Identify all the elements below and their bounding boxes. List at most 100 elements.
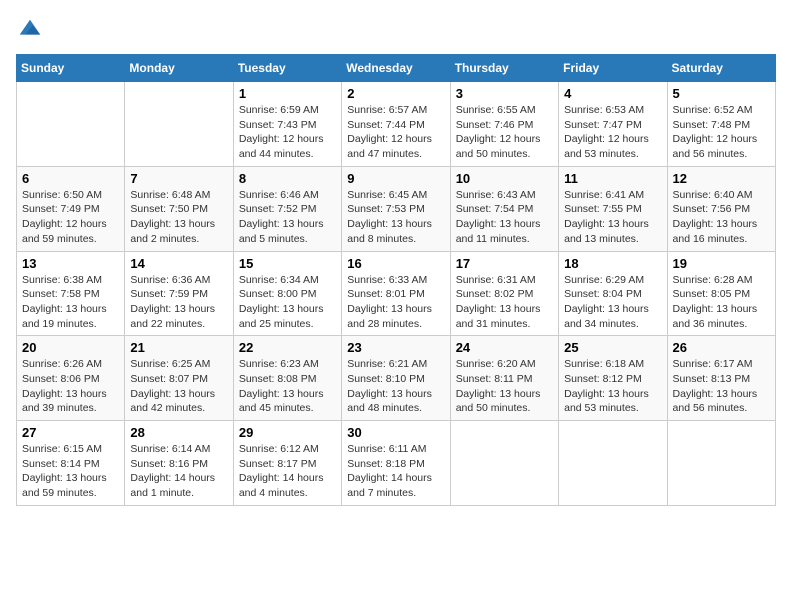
- calendar-cell: 25 Sunrise: 6:18 AM Sunset: 8:12 PM Dayli…: [559, 336, 667, 421]
- day-number: 26: [673, 340, 770, 355]
- day-number: 25: [564, 340, 661, 355]
- day-number: 17: [456, 256, 553, 271]
- day-info: Sunrise: 6:17 AM Sunset: 8:13 PM Dayligh…: [673, 357, 770, 416]
- calendar-cell: [125, 82, 233, 167]
- calendar-cell: 30Sunrise: 6:11 AM Sunset: 8:18 PM Dayli…: [342, 421, 450, 506]
- day-number: 11: [564, 171, 661, 186]
- day-info: Sunrise: 6:34 AM Sunset: 8:00 PM Dayligh…: [239, 273, 336, 332]
- day-info: Sunrise: 6:41 AM Sunset: 7:55 PM Dayligh…: [564, 188, 661, 247]
- day-number: 3: [456, 86, 553, 101]
- day-info: Sunrise: 6:59 AM Sunset: 7:43 PM Dayligh…: [239, 103, 336, 162]
- calendar-cell: 2 Sunrise: 6:57 AM Sunset: 7:44 PM Daylig…: [342, 82, 450, 167]
- day-number: 8: [239, 171, 336, 186]
- calendar-cell: 10 Sunrise: 6:43 AM Sunset: 7:54 PM Dayli…: [450, 166, 558, 251]
- day-number: 2: [347, 86, 444, 101]
- day-number: 7: [130, 171, 227, 186]
- day-info: Sunrise: 6:20 AM Sunset: 8:11 PM Dayligh…: [456, 357, 553, 416]
- calendar-cell: 20 Sunrise: 6:26 AM Sunset: 8:06 PM Dayli…: [17, 336, 125, 421]
- day-info: Sunrise: 6:40 AM Sunset: 7:56 PM Dayligh…: [673, 188, 770, 247]
- weekday-header: Tuesday: [233, 55, 341, 82]
- day-info: Sunrise: 6:28 AM Sunset: 8:05 PM Dayligh…: [673, 273, 770, 332]
- weekday-header: Saturday: [667, 55, 775, 82]
- calendar-cell: 3 Sunrise: 6:55 AM Sunset: 7:46 PM Daylig…: [450, 82, 558, 167]
- day-info: Sunrise: 6:53 AM Sunset: 7:47 PM Dayligh…: [564, 103, 661, 162]
- weekday-header-row: SundayMondayTuesdayWednesdayThursdayFrid…: [17, 55, 776, 82]
- day-info: Sunrise: 6:15 AM Sunset: 8:14 PM Dayligh…: [22, 442, 119, 501]
- calendar-week-row: 13 Sunrise: 6:38 AM Sunset: 7:58 PM Dayli…: [17, 251, 776, 336]
- calendar-cell: 17 Sunrise: 6:31 AM Sunset: 8:02 PM Dayli…: [450, 251, 558, 336]
- calendar-cell: [17, 82, 125, 167]
- day-number: 24: [456, 340, 553, 355]
- calendar-cell: 11 Sunrise: 6:41 AM Sunset: 7:55 PM Dayli…: [559, 166, 667, 251]
- day-info: Sunrise: 6:45 AM Sunset: 7:53 PM Dayligh…: [347, 188, 444, 247]
- weekday-header: Thursday: [450, 55, 558, 82]
- day-number: 18: [564, 256, 661, 271]
- calendar-cell: 26 Sunrise: 6:17 AM Sunset: 8:13 PM Dayli…: [667, 336, 775, 421]
- day-info: Sunrise: 6:21 AM Sunset: 8:10 PM Dayligh…: [347, 357, 444, 416]
- day-info: Sunrise: 6:23 AM Sunset: 8:08 PM Dayligh…: [239, 357, 336, 416]
- calendar-cell: 24 Sunrise: 6:20 AM Sunset: 8:11 PM Dayli…: [450, 336, 558, 421]
- calendar-cell: [559, 421, 667, 506]
- day-info: Sunrise: 6:52 AM Sunset: 7:48 PM Dayligh…: [673, 103, 770, 162]
- calendar-cell: 14 Sunrise: 6:36 AM Sunset: 7:59 PM Dayli…: [125, 251, 233, 336]
- day-info: Sunrise: 6:33 AM Sunset: 8:01 PM Dayligh…: [347, 273, 444, 332]
- day-info: Sunrise: 6:29 AM Sunset: 8:04 PM Dayligh…: [564, 273, 661, 332]
- calendar-cell: [450, 421, 558, 506]
- day-info: Sunrise: 6:31 AM Sunset: 8:02 PM Dayligh…: [456, 273, 553, 332]
- calendar-cell: 27 Sunrise: 6:15 AM Sunset: 8:14 PM Dayli…: [17, 421, 125, 506]
- day-number: 20: [22, 340, 119, 355]
- day-info: Sunrise: 6:48 AM Sunset: 7:50 PM Dayligh…: [130, 188, 227, 247]
- day-number: 28: [130, 425, 227, 440]
- day-number: 22: [239, 340, 336, 355]
- calendar-cell: 15 Sunrise: 6:34 AM Sunset: 8:00 PM Dayli…: [233, 251, 341, 336]
- calendar-cell: 5 Sunrise: 6:52 AM Sunset: 7:48 PM Daylig…: [667, 82, 775, 167]
- day-number: 5: [673, 86, 770, 101]
- calendar-cell: 1 Sunrise: 6:59 AM Sunset: 7:43 PM Daylig…: [233, 82, 341, 167]
- day-number: 14: [130, 256, 227, 271]
- calendar-cell: 13 Sunrise: 6:38 AM Sunset: 7:58 PM Dayli…: [17, 251, 125, 336]
- day-info: Sunrise: 6:38 AM Sunset: 7:58 PM Dayligh…: [22, 273, 119, 332]
- day-info: Sunrise: 6:57 AM Sunset: 7:44 PM Dayligh…: [347, 103, 444, 162]
- day-number: 21: [130, 340, 227, 355]
- calendar-cell: 8 Sunrise: 6:46 AM Sunset: 7:52 PM Daylig…: [233, 166, 341, 251]
- day-number: 4: [564, 86, 661, 101]
- calendar-week-row: 6Sunrise: 6:50 AM Sunset: 7:49 PM Daylig…: [17, 166, 776, 251]
- calendar-cell: 9Sunrise: 6:45 AM Sunset: 7:53 PM Daylig…: [342, 166, 450, 251]
- day-number: 12: [673, 171, 770, 186]
- day-info: Sunrise: 6:43 AM Sunset: 7:54 PM Dayligh…: [456, 188, 553, 247]
- calendar-cell: [667, 421, 775, 506]
- calendar-cell: 18 Sunrise: 6:29 AM Sunset: 8:04 PM Dayli…: [559, 251, 667, 336]
- day-number: 1: [239, 86, 336, 101]
- day-info: Sunrise: 6:26 AM Sunset: 8:06 PM Dayligh…: [22, 357, 119, 416]
- calendar-cell: 7 Sunrise: 6:48 AM Sunset: 7:50 PM Daylig…: [125, 166, 233, 251]
- calendar-cell: 22 Sunrise: 6:23 AM Sunset: 8:08 PM Dayli…: [233, 336, 341, 421]
- calendar-week-row: 20 Sunrise: 6:26 AM Sunset: 8:06 PM Dayli…: [17, 336, 776, 421]
- day-number: 16: [347, 256, 444, 271]
- day-number: 29: [239, 425, 336, 440]
- day-info: Sunrise: 6:55 AM Sunset: 7:46 PM Dayligh…: [456, 103, 553, 162]
- calendar-cell: 12 Sunrise: 6:40 AM Sunset: 7:56 PM Dayli…: [667, 166, 775, 251]
- calendar-cell: 19 Sunrise: 6:28 AM Sunset: 8:05 PM Dayli…: [667, 251, 775, 336]
- calendar-cell: 6Sunrise: 6:50 AM Sunset: 7:49 PM Daylig…: [17, 166, 125, 251]
- weekday-header: Friday: [559, 55, 667, 82]
- calendar-cell: 4 Sunrise: 6:53 AM Sunset: 7:47 PM Daylig…: [559, 82, 667, 167]
- calendar-week-row: 1 Sunrise: 6:59 AM Sunset: 7:43 PM Daylig…: [17, 82, 776, 167]
- day-info: Sunrise: 6:50 AM Sunset: 7:49 PM Dayligh…: [22, 188, 119, 247]
- day-info: Sunrise: 6:18 AM Sunset: 8:12 PM Dayligh…: [564, 357, 661, 416]
- day-number: 10: [456, 171, 553, 186]
- day-number: 27: [22, 425, 119, 440]
- day-number: 13: [22, 256, 119, 271]
- calendar-cell: 28Sunrise: 6:14 AM Sunset: 8:16 PM Dayli…: [125, 421, 233, 506]
- weekday-header: Wednesday: [342, 55, 450, 82]
- calendar-table: SundayMondayTuesdayWednesdayThursdayFrid…: [16, 54, 776, 506]
- calendar-cell: 23 Sunrise: 6:21 AM Sunset: 8:10 PM Dayli…: [342, 336, 450, 421]
- weekday-header: Sunday: [17, 55, 125, 82]
- day-number: 30: [347, 425, 444, 440]
- day-info: Sunrise: 6:36 AM Sunset: 7:59 PM Dayligh…: [130, 273, 227, 332]
- day-info: Sunrise: 6:46 AM Sunset: 7:52 PM Dayligh…: [239, 188, 336, 247]
- day-number: 19: [673, 256, 770, 271]
- calendar-week-row: 27 Sunrise: 6:15 AM Sunset: 8:14 PM Dayli…: [17, 421, 776, 506]
- day-number: 15: [239, 256, 336, 271]
- calendar-cell: 16 Sunrise: 6:33 AM Sunset: 8:01 PM Dayli…: [342, 251, 450, 336]
- day-number: 23: [347, 340, 444, 355]
